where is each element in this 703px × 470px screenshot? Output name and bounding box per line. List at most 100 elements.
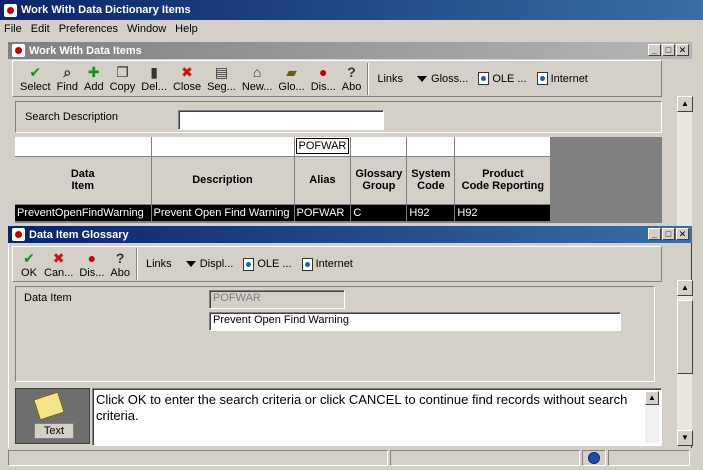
menu-edit[interactable]: Edit xyxy=(31,23,50,35)
qbe-glossary-group[interactable] xyxy=(350,137,408,157)
column-header-alias[interactable]: Alias xyxy=(294,156,352,205)
query-by-example-row: POFWAR xyxy=(15,137,552,157)
menu-file[interactable]: File xyxy=(4,23,22,35)
display-button[interactable]: ● Dis... xyxy=(79,250,104,279)
select-button[interactable]: ✔ Select xyxy=(20,64,51,93)
delete-label: Del... xyxy=(141,81,167,93)
select-label: Select xyxy=(20,81,51,93)
glossary-scrollbar[interactable]: ▲ ▼ xyxy=(676,280,693,446)
column-header-product-code-reporting[interactable]: Product Code Reporting xyxy=(454,156,552,205)
work-with-scrollbar[interactable]: ▲ xyxy=(676,96,693,226)
window-title: Data Item Glossary xyxy=(29,228,129,241)
glossary-text: Click OK to enter the search criteria or… xyxy=(96,392,628,423)
ole-link[interactable]: OLE ... xyxy=(478,72,527,85)
scroll-up-button[interactable]: ▲ xyxy=(677,96,693,112)
copy-icon: ❐ xyxy=(116,64,129,80)
toolbar-separator xyxy=(136,248,138,280)
textarea-scroll-up[interactable]: ▲ xyxy=(645,391,659,405)
header-line: Code xyxy=(417,180,445,192)
add-icon: ✚ xyxy=(87,64,100,80)
internet-link[interactable]: Internet xyxy=(301,257,353,271)
display-icon: ● xyxy=(318,64,328,80)
status-cell xyxy=(8,450,388,466)
internet-link[interactable]: Internet xyxy=(536,72,588,85)
display-dropdown[interactable]: Displ... xyxy=(182,258,233,270)
header-line: Item xyxy=(71,180,95,192)
add-button[interactable]: ✚ Add xyxy=(84,64,104,93)
new-icon: ⌂ xyxy=(252,64,262,80)
scroll-down-button[interactable]: ▼ xyxy=(677,430,693,446)
data-item-alias-field: POFWAR xyxy=(209,290,345,309)
close-window-button[interactable]: ✕ xyxy=(676,228,689,240)
links-menu[interactable]: Links xyxy=(146,258,172,270)
about-label: Abo xyxy=(110,266,130,279)
ole-link[interactable]: OLE ... xyxy=(243,257,292,271)
minimize-button[interactable]: _ xyxy=(648,44,661,56)
menu-window[interactable]: Window xyxy=(127,23,166,35)
cancel-button[interactable]: ✖ Can... xyxy=(44,250,73,279)
glossary-button[interactable]: ▰ Glo... xyxy=(278,64,304,93)
cell-product-code: H92 xyxy=(454,204,552,222)
window-icon xyxy=(12,228,25,241)
text-button-label: Text xyxy=(43,425,65,437)
text-button[interactable]: Text xyxy=(15,388,90,444)
column-header-glossary-group[interactable]: Glossary Group xyxy=(350,156,408,205)
qbe-data-item[interactable] xyxy=(15,137,152,157)
delete-button[interactable]: ▮ Del... xyxy=(141,64,167,93)
glossary-toolbar: ✔ OK ✖ Can... ● Dis... ? Abo Links Displ... OLE… xyxy=(12,246,662,282)
window-icon xyxy=(12,44,25,57)
data-items-grid: POFWAR Data Item Description Alias Glossa… xyxy=(15,137,662,223)
check-icon: ✔ xyxy=(29,64,42,80)
maximize-button[interactable]: □ xyxy=(662,228,675,240)
note-icon xyxy=(33,391,65,421)
table-row[interactable]: PreventOpenFindWarning Prevent Open Find… xyxy=(15,204,552,222)
close-window-button[interactable]: ✕ xyxy=(676,44,689,56)
column-header-data-item[interactable]: Data Item xyxy=(15,156,152,205)
app-title: Work With Data Dictionary Items xyxy=(21,4,191,16)
about-button[interactable]: ? Abo xyxy=(110,250,130,279)
glossary-textarea[interactable]: Click OK to enter the search criteria or… xyxy=(92,388,662,446)
qbe-alias[interactable]: POFWAR xyxy=(294,137,352,157)
gloss-label: Gloss... xyxy=(431,72,469,85)
menubar: File Edit Preferences Window Help xyxy=(0,20,703,38)
search-panel: Search Description xyxy=(15,101,662,133)
cancel-label: Can... xyxy=(44,266,74,279)
links-menu[interactable]: Links xyxy=(377,73,403,85)
data-item-description-field[interactable]: Prevent Open Find Warning xyxy=(209,312,621,331)
header-line: System xyxy=(411,168,451,180)
qbe-product-code[interactable] xyxy=(454,137,552,157)
qbe-alias-input[interactable]: POFWAR xyxy=(295,138,350,155)
close-button[interactable]: ✖ Close xyxy=(173,64,201,93)
chevron-down-icon xyxy=(417,75,428,82)
about-button[interactable]: ? Abo xyxy=(342,64,362,93)
find-label: Find xyxy=(56,81,78,93)
trash-icon: ▮ xyxy=(150,64,158,80)
minimize-button[interactable]: _ xyxy=(648,228,661,240)
scroll-up-button[interactable]: ▲ xyxy=(677,280,693,296)
column-header-description[interactable]: Description xyxy=(151,156,295,205)
qbe-description[interactable] xyxy=(150,137,295,157)
scroll-thumb[interactable] xyxy=(677,300,693,374)
maximize-button[interactable]: □ xyxy=(662,44,675,56)
search-description-input[interactable] xyxy=(178,110,384,130)
cell-system-code: H92 xyxy=(406,204,456,222)
text-button-label-box: Text xyxy=(34,423,74,439)
gloss-dropdown[interactable]: Gloss... xyxy=(413,73,468,85)
sequence-label: Seg... xyxy=(207,81,236,93)
menu-help[interactable]: Help xyxy=(175,23,198,35)
column-header-system-code[interactable]: System Code xyxy=(406,156,456,205)
display-button[interactable]: ● Dis... xyxy=(311,64,336,93)
find-button[interactable]: ⌕ Find xyxy=(57,64,78,93)
qbe-system-code[interactable] xyxy=(406,137,456,157)
ok-button[interactable]: ✔ OK xyxy=(20,250,38,279)
app-titlebar: Work With Data Dictionary Items xyxy=(0,0,703,20)
status-bar xyxy=(8,448,703,468)
sequence-button[interactable]: ▤ Seg... xyxy=(207,64,236,93)
window-title: Work With Data Items xyxy=(29,44,142,57)
copy-button[interactable]: ❐ Copy xyxy=(110,64,136,93)
ole-icon xyxy=(478,72,490,85)
menu-preferences[interactable]: Preferences xyxy=(59,23,118,35)
header-line: Code Reporting xyxy=(461,180,545,192)
new-button[interactable]: ⌂ New... xyxy=(242,64,273,93)
textarea-scrollbar[interactable]: ▲ xyxy=(645,391,659,443)
